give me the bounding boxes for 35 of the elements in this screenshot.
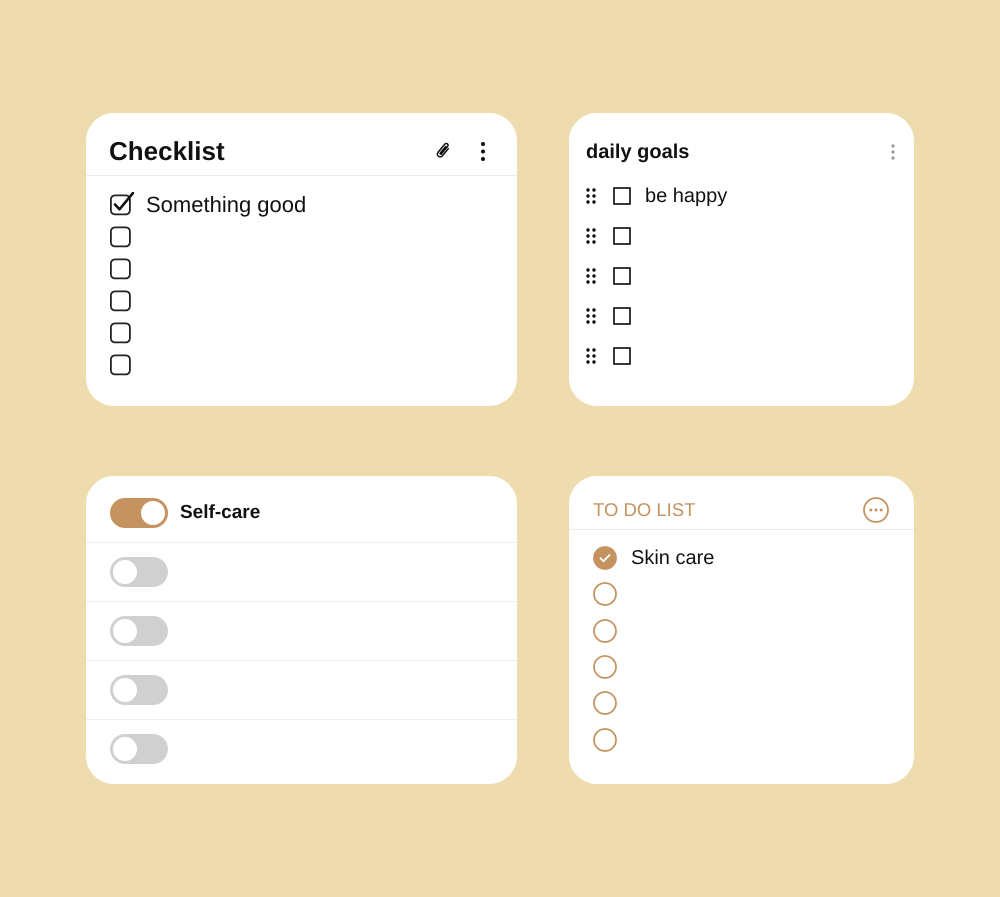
checkbox[interactable]	[613, 267, 631, 285]
checkbox[interactable]	[110, 288, 134, 312]
checkbox[interactable]	[613, 307, 631, 325]
toggle-switch[interactable]	[110, 734, 168, 764]
more-options-icon[interactable]	[481, 142, 485, 160]
round-checkbox[interactable]	[593, 691, 617, 716]
toggle-label: Self-care	[180, 502, 260, 524]
toggle-switch[interactable]	[110, 498, 168, 528]
drag-handle-icon[interactable]	[586, 268, 596, 284]
round-checkbox[interactable]	[593, 546, 617, 570]
checkbox[interactable]	[110, 192, 134, 216]
drag-handle-icon[interactable]	[586, 228, 596, 244]
checkbox[interactable]	[613, 347, 631, 365]
checkbox[interactable]	[110, 224, 134, 248]
drag-handle-icon[interactable]	[586, 188, 596, 204]
round-checkbox[interactable]	[593, 582, 617, 606]
item-text: Something good	[146, 191, 306, 219]
checkbox[interactable]	[110, 352, 134, 376]
round-checkbox[interactable]	[593, 728, 617, 752]
round-checkbox[interactable]	[593, 618, 617, 643]
card-title: Checklist	[109, 135, 225, 167]
checkbox[interactable]	[110, 256, 134, 280]
card-title: daily goals	[586, 140, 690, 164]
toggle-switch[interactable]	[110, 616, 168, 646]
checkbox[interactable]	[613, 187, 631, 205]
checkbox[interactable]	[613, 227, 631, 245]
item-text: Skin care	[631, 546, 714, 572]
drag-handle-icon[interactable]	[586, 308, 596, 324]
checkbox[interactable]	[110, 320, 134, 344]
drag-handle-icon[interactable]	[586, 348, 596, 364]
round-checkbox[interactable]	[593, 655, 617, 680]
card-title: TO DO LIST	[593, 498, 696, 522]
item-text: be happy	[645, 184, 728, 209]
toggle-switch[interactable]	[110, 557, 168, 587]
toggle-switch[interactable]	[110, 675, 168, 705]
